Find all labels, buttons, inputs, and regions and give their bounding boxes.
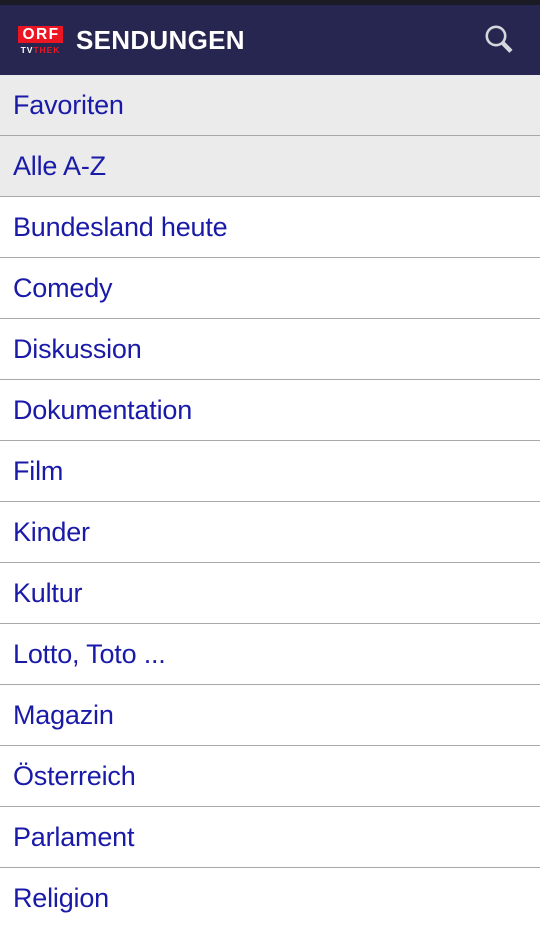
list-item-label: Bundesland heute: [13, 211, 228, 242]
list-item-label: Magazin: [13, 699, 114, 730]
list-item-kultur[interactable]: Kultur: [0, 563, 540, 624]
logo-tv-text: TV: [20, 44, 34, 55]
page-title: SENDUNGEN: [76, 25, 245, 55]
list-item-magazin[interactable]: Magazin: [0, 685, 540, 746]
list-item-label: Kinder: [13, 516, 90, 547]
list-item-oesterreich[interactable]: Österreich: [0, 746, 540, 807]
list-item-label: Diskussion: [13, 333, 142, 364]
category-list[interactable]: Favoriten Alle A-Z Bundesland heute Come…: [0, 75, 540, 926]
search-button[interactable]: [472, 13, 526, 67]
list-item-label: Film: [13, 455, 64, 486]
list-item-religion[interactable]: Religion: [0, 868, 540, 926]
orf-tvthek-logo: ORF TVTHEK: [18, 25, 63, 56]
list-item-label: Kultur: [13, 577, 83, 608]
app-header: ORF TVTHEK SENDUNGEN: [0, 5, 540, 75]
list-item-label: Comedy: [13, 272, 113, 303]
list-item-film[interactable]: Film: [0, 441, 540, 502]
app-root: ORF TVTHEK SENDUNGEN Favoriten Alle A-Z …: [0, 0, 540, 926]
list-item-kinder[interactable]: Kinder: [0, 502, 540, 563]
search-icon: [482, 23, 516, 57]
list-item-label: Lotto, Toto ...: [13, 638, 166, 669]
list-item-diskussion[interactable]: Diskussion: [0, 319, 540, 380]
list-item-label: Parlament: [13, 821, 135, 852]
logo-orf-text: ORF: [18, 25, 63, 43]
list-item-label: Dokumentation: [13, 394, 193, 425]
list-item-comedy[interactable]: Comedy: [0, 258, 540, 319]
list-item-label: Alle A-Z: [13, 150, 106, 181]
list-item-parlament[interactable]: Parlament: [0, 807, 540, 868]
list-item-favoriten[interactable]: Favoriten: [0, 75, 540, 136]
list-item-label: Österreich: [13, 760, 136, 791]
list-item-label: Religion: [13, 882, 109, 913]
list-item-dokumentation[interactable]: Dokumentation: [0, 380, 540, 441]
list-item-lotto-toto[interactable]: Lotto, Toto ...: [0, 624, 540, 685]
logo-tvthek-text: TVTHEK: [18, 45, 63, 56]
list-item-label: Favoriten: [13, 89, 124, 120]
logo-thek-text: THEK: [33, 44, 61, 55]
list-item-alle-a-z[interactable]: Alle A-Z: [0, 136, 540, 197]
list-item-bundesland-heute[interactable]: Bundesland heute: [0, 197, 540, 258]
